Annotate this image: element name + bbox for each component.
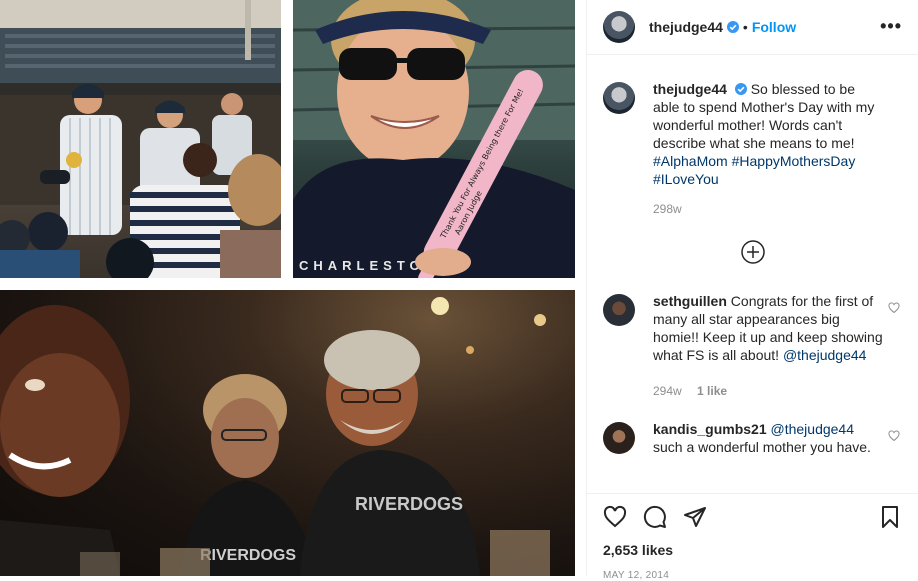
- comment-text: such a wonderful mother you have.: [653, 439, 871, 455]
- photo-visor-bat: CHARLESTON Thank You For Always Being th…: [293, 0, 575, 278]
- action-icons: [603, 494, 902, 540]
- like-heart-icon[interactable]: [603, 505, 627, 529]
- comment-item: kandis_gumbs21 @thejudge44 such a wonder…: [603, 420, 902, 456]
- caption-meta: 298w: [653, 200, 885, 218]
- shirt-riverdogs-woman: RIVERDOGS: [200, 547, 296, 564]
- load-more-plus-icon[interactable]: [740, 240, 765, 264]
- comments-section[interactable]: thejudge44 So blessed to be able to spen…: [587, 56, 918, 493]
- follow-button[interactable]: Follow: [752, 19, 796, 35]
- caption: thejudge44 So blessed to be able to spen…: [603, 80, 902, 218]
- comment-body: sethguillen Congrats for the first of ma…: [653, 292, 885, 400]
- caption-body: thejudge44 So blessed to be able to spen…: [653, 80, 885, 218]
- comment-body: kandis_gumbs21 @thejudge44 such a wonder…: [653, 420, 885, 456]
- load-more-comments: [603, 240, 902, 264]
- commenter-avatar[interactable]: [603, 294, 635, 326]
- comment-username[interactable]: sethguillen: [653, 293, 727, 309]
- instagram-post: CHARLESTON Thank You For Always Being th…: [0, 0, 918, 581]
- comment-like-heart-icon[interactable]: [888, 302, 900, 314]
- comment-bubble-icon[interactable]: [643, 505, 667, 529]
- comment-mention[interactable]: @thejudge44: [771, 421, 855, 437]
- hashtag-alphamom[interactable]: #AlphaMom: [653, 153, 728, 169]
- shirt-riverdogs-man: RIVERDOGS: [355, 494, 463, 514]
- comment-meta: 294w 1 like: [653, 382, 885, 400]
- photo-restaurant: RIVERDOGS RIVERDOGS: [0, 290, 575, 576]
- post-actions-bar: 2,653 likes MAY 12, 2014: [587, 493, 918, 581]
- commenter-avatar[interactable]: [603, 422, 635, 454]
- more-options-icon[interactable]: •••: [880, 16, 902, 37]
- caption-age[interactable]: 298w: [653, 202, 682, 216]
- post-media-collage[interactable]: CHARLESTON Thank You For Always Being th…: [0, 0, 586, 576]
- comment-age[interactable]: 294w: [653, 384, 682, 398]
- author-username[interactable]: thejudge44: [649, 19, 723, 35]
- post-side-panel: thejudge44 • Follow ••• thejudge44 So bl…: [586, 0, 918, 581]
- caption-verified-icon: [734, 83, 747, 95]
- comment-item: sethguillen Congrats for the first of ma…: [603, 292, 902, 400]
- comment-mention[interactable]: @thejudge44: [783, 347, 867, 363]
- share-paper-plane-icon[interactable]: [683, 505, 707, 529]
- likes-count[interactable]: 2,653 likes: [603, 542, 902, 558]
- hashtag-iloveyou[interactable]: #ILoveYou: [653, 171, 719, 187]
- save-bookmark-icon[interactable]: [878, 505, 902, 529]
- verified-badge-icon: [726, 21, 739, 33]
- photo-dugout: [0, 0, 281, 278]
- author-avatar[interactable]: [603, 11, 635, 43]
- post-header: thejudge44 • Follow •••: [587, 0, 918, 55]
- caption-username[interactable]: thejudge44: [653, 81, 727, 97]
- comment-likes[interactable]: 1 like: [697, 384, 727, 398]
- comment-like-heart-icon[interactable]: [888, 430, 900, 442]
- header-separator: •: [742, 19, 748, 35]
- caption-avatar[interactable]: [603, 82, 635, 114]
- hashtag-happymothersday[interactable]: #HappyMothersDay: [732, 153, 856, 169]
- comment-username[interactable]: kandis_gumbs21: [653, 421, 767, 437]
